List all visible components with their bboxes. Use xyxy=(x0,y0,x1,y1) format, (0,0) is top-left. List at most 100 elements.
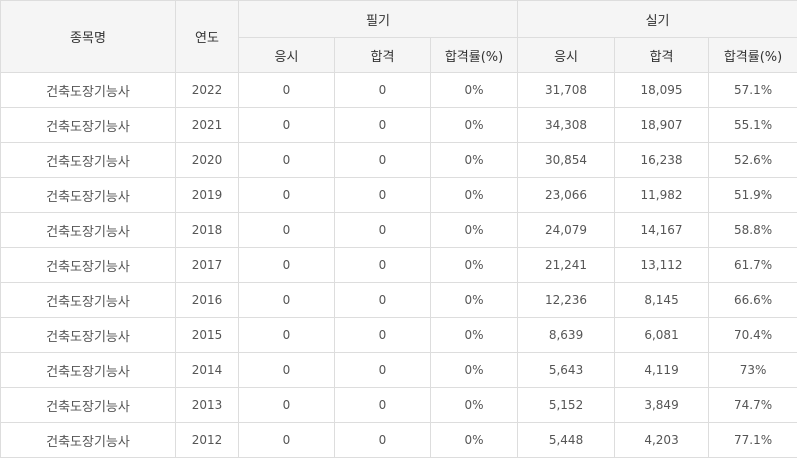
cell-written-applicants: 0 xyxy=(238,177,335,213)
cell-subject-name: 건축도장기능사 xyxy=(0,247,176,283)
cell-practical-passed: 3,849 xyxy=(614,387,710,423)
cell-practical-applicants: 30,854 xyxy=(517,142,616,178)
cell-practical-rate: 61.7% xyxy=(708,247,797,283)
cell-written-passed: 0 xyxy=(334,107,431,143)
cell-practical-rate: 55.1% xyxy=(708,107,797,143)
table-row: 건축도장기능사 2016 0 0 0% 12,236 8,145 66.6% xyxy=(0,282,797,318)
table-body: 건축도장기능사 2022 0 0 0% 31,708 18,095 57.1% 건축도장기능사 2… xyxy=(0,72,797,458)
cell-written-applicants: 0 xyxy=(238,247,335,283)
cell-year: 2019 xyxy=(175,177,239,213)
cell-subject-name: 건축도장기능사 xyxy=(0,177,176,213)
table-row: 건축도장기능사 2018 0 0 0% 24,079 14,167 58.8% xyxy=(0,212,797,248)
table-row: 건축도장기능사 2021 0 0 0% 34,308 18,907 55.1% xyxy=(0,107,797,143)
cell-year: 2020 xyxy=(175,142,239,178)
cell-practical-rate: 58.8% xyxy=(708,212,797,248)
header-subject: 종목명 xyxy=(0,0,176,73)
cell-year: 2016 xyxy=(175,282,239,318)
table-row: 건축도장기능사 2015 0 0 0% 8,639 6,081 70.4% xyxy=(0,317,797,353)
header-written-applicants: 응시 xyxy=(238,37,335,73)
table-row: 건축도장기능사 2012 0 0 0% 5,448 4,203 77.1% xyxy=(0,422,797,458)
cell-practical-rate: 77.1% xyxy=(708,422,797,458)
cell-subject-name: 건축도장기능사 xyxy=(0,142,176,178)
cell-subject-name: 건축도장기능사 xyxy=(0,352,176,388)
cell-written-rate: 0% xyxy=(429,142,519,178)
cell-year: 2015 xyxy=(175,317,239,353)
header-practical-rate: 합격률(%) xyxy=(708,37,797,73)
cell-year: 2022 xyxy=(175,72,239,108)
cell-practical-applicants: 5,448 xyxy=(517,422,616,458)
cell-practical-passed: 18,095 xyxy=(614,72,710,108)
cell-practical-rate: 70.4% xyxy=(708,317,797,353)
cell-written-applicants: 0 xyxy=(238,212,335,248)
cell-written-applicants: 0 xyxy=(238,282,335,318)
cell-practical-rate: 52.6% xyxy=(708,142,797,178)
header-written-rate: 합격률(%) xyxy=(429,37,519,73)
cell-written-applicants: 0 xyxy=(238,317,335,353)
exam-statistics-table: 종목명 연도 필기 실기 응시 합격 합격률(%) 응시 합격 합격률(%) 건… xyxy=(0,0,797,458)
cell-practical-applicants: 23,066 xyxy=(517,177,616,213)
cell-written-rate: 0% xyxy=(429,212,519,248)
cell-practical-passed: 6,081 xyxy=(614,317,710,353)
cell-practical-applicants: 12,236 xyxy=(517,282,616,318)
cell-written-rate: 0% xyxy=(429,72,519,108)
cell-written-rate: 0% xyxy=(429,317,519,353)
cell-practical-applicants: 31,708 xyxy=(517,72,616,108)
cell-practical-passed: 8,145 xyxy=(614,282,710,318)
cell-practical-applicants: 5,643 xyxy=(517,352,616,388)
cell-practical-applicants: 34,308 xyxy=(517,107,616,143)
cell-written-rate: 0% xyxy=(429,387,519,423)
header-practical-passed: 합격 xyxy=(614,37,710,73)
cell-practical-passed: 18,907 xyxy=(614,107,710,143)
cell-practical-passed: 14,167 xyxy=(614,212,710,248)
cell-practical-applicants: 5,152 xyxy=(517,387,616,423)
cell-practical-rate: 57.1% xyxy=(708,72,797,108)
header-written: 필기 xyxy=(237,0,519,38)
table-header: 종목명 연도 필기 실기 응시 합격 합격률(%) 응시 합격 합격률(%) xyxy=(0,0,797,73)
cell-written-applicants: 0 xyxy=(238,387,335,423)
cell-written-passed: 0 xyxy=(334,352,431,388)
cell-year: 2018 xyxy=(175,212,239,248)
cell-written-applicants: 0 xyxy=(238,72,335,108)
cell-written-applicants: 0 xyxy=(238,422,335,458)
cell-practical-passed: 4,203 xyxy=(614,422,710,458)
table-row: 건축도장기능사 2017 0 0 0% 21,241 13,112 61.7% xyxy=(0,247,797,283)
cell-written-rate: 0% xyxy=(429,352,519,388)
cell-written-rate: 0% xyxy=(429,422,519,458)
header-row-group: 종목명 연도 필기 실기 xyxy=(0,0,797,73)
cell-written-rate: 0% xyxy=(429,282,519,318)
cell-written-rate: 0% xyxy=(429,107,519,143)
cell-written-passed: 0 xyxy=(334,72,431,108)
cell-practical-rate: 73% xyxy=(708,352,797,388)
cell-practical-applicants: 21,241 xyxy=(517,247,616,283)
cell-subject-name: 건축도장기능사 xyxy=(0,422,176,458)
cell-written-passed: 0 xyxy=(334,142,431,178)
table-row: 건축도장기능사 2014 0 0 0% 5,643 4,119 73% xyxy=(0,352,797,388)
header-practical: 실기 xyxy=(517,0,797,38)
table-row: 건축도장기능사 2020 0 0 0% 30,854 16,238 52.6% xyxy=(0,142,797,178)
cell-year: 2021 xyxy=(175,107,239,143)
cell-written-passed: 0 xyxy=(334,282,431,318)
cell-practical-rate: 74.7% xyxy=(708,387,797,423)
cell-practical-applicants: 8,639 xyxy=(517,317,616,353)
table-row: 건축도장기능사 2022 0 0 0% 31,708 18,095 57.1% xyxy=(0,72,797,108)
cell-subject-name: 건축도장기능사 xyxy=(0,72,176,108)
table-row: 건축도장기능사 2013 0 0 0% 5,152 3,849 74.7% xyxy=(0,387,797,423)
cell-practical-passed: 16,238 xyxy=(614,142,710,178)
cell-subject-name: 건축도장기능사 xyxy=(0,107,176,143)
cell-subject-name: 건축도장기능사 xyxy=(0,282,176,318)
table-row: 건축도장기능사 2019 0 0 0% 23,066 11,982 51.9% xyxy=(0,177,797,213)
cell-subject-name: 건축도장기능사 xyxy=(0,212,176,248)
cell-written-rate: 0% xyxy=(429,247,519,283)
cell-written-applicants: 0 xyxy=(238,352,335,388)
header-year: 연도 xyxy=(175,0,239,73)
cell-written-passed: 0 xyxy=(334,212,431,248)
cell-year: 2012 xyxy=(175,422,239,458)
cell-subject-name: 건축도장기능사 xyxy=(0,387,176,423)
cell-written-applicants: 0 xyxy=(238,142,335,178)
cell-year: 2013 xyxy=(175,387,239,423)
cell-practical-passed: 11,982 xyxy=(614,177,710,213)
cell-written-rate: 0% xyxy=(429,177,519,213)
cell-year: 2017 xyxy=(175,247,239,283)
cell-written-passed: 0 xyxy=(334,177,431,213)
cell-subject-name: 건축도장기능사 xyxy=(0,317,176,353)
